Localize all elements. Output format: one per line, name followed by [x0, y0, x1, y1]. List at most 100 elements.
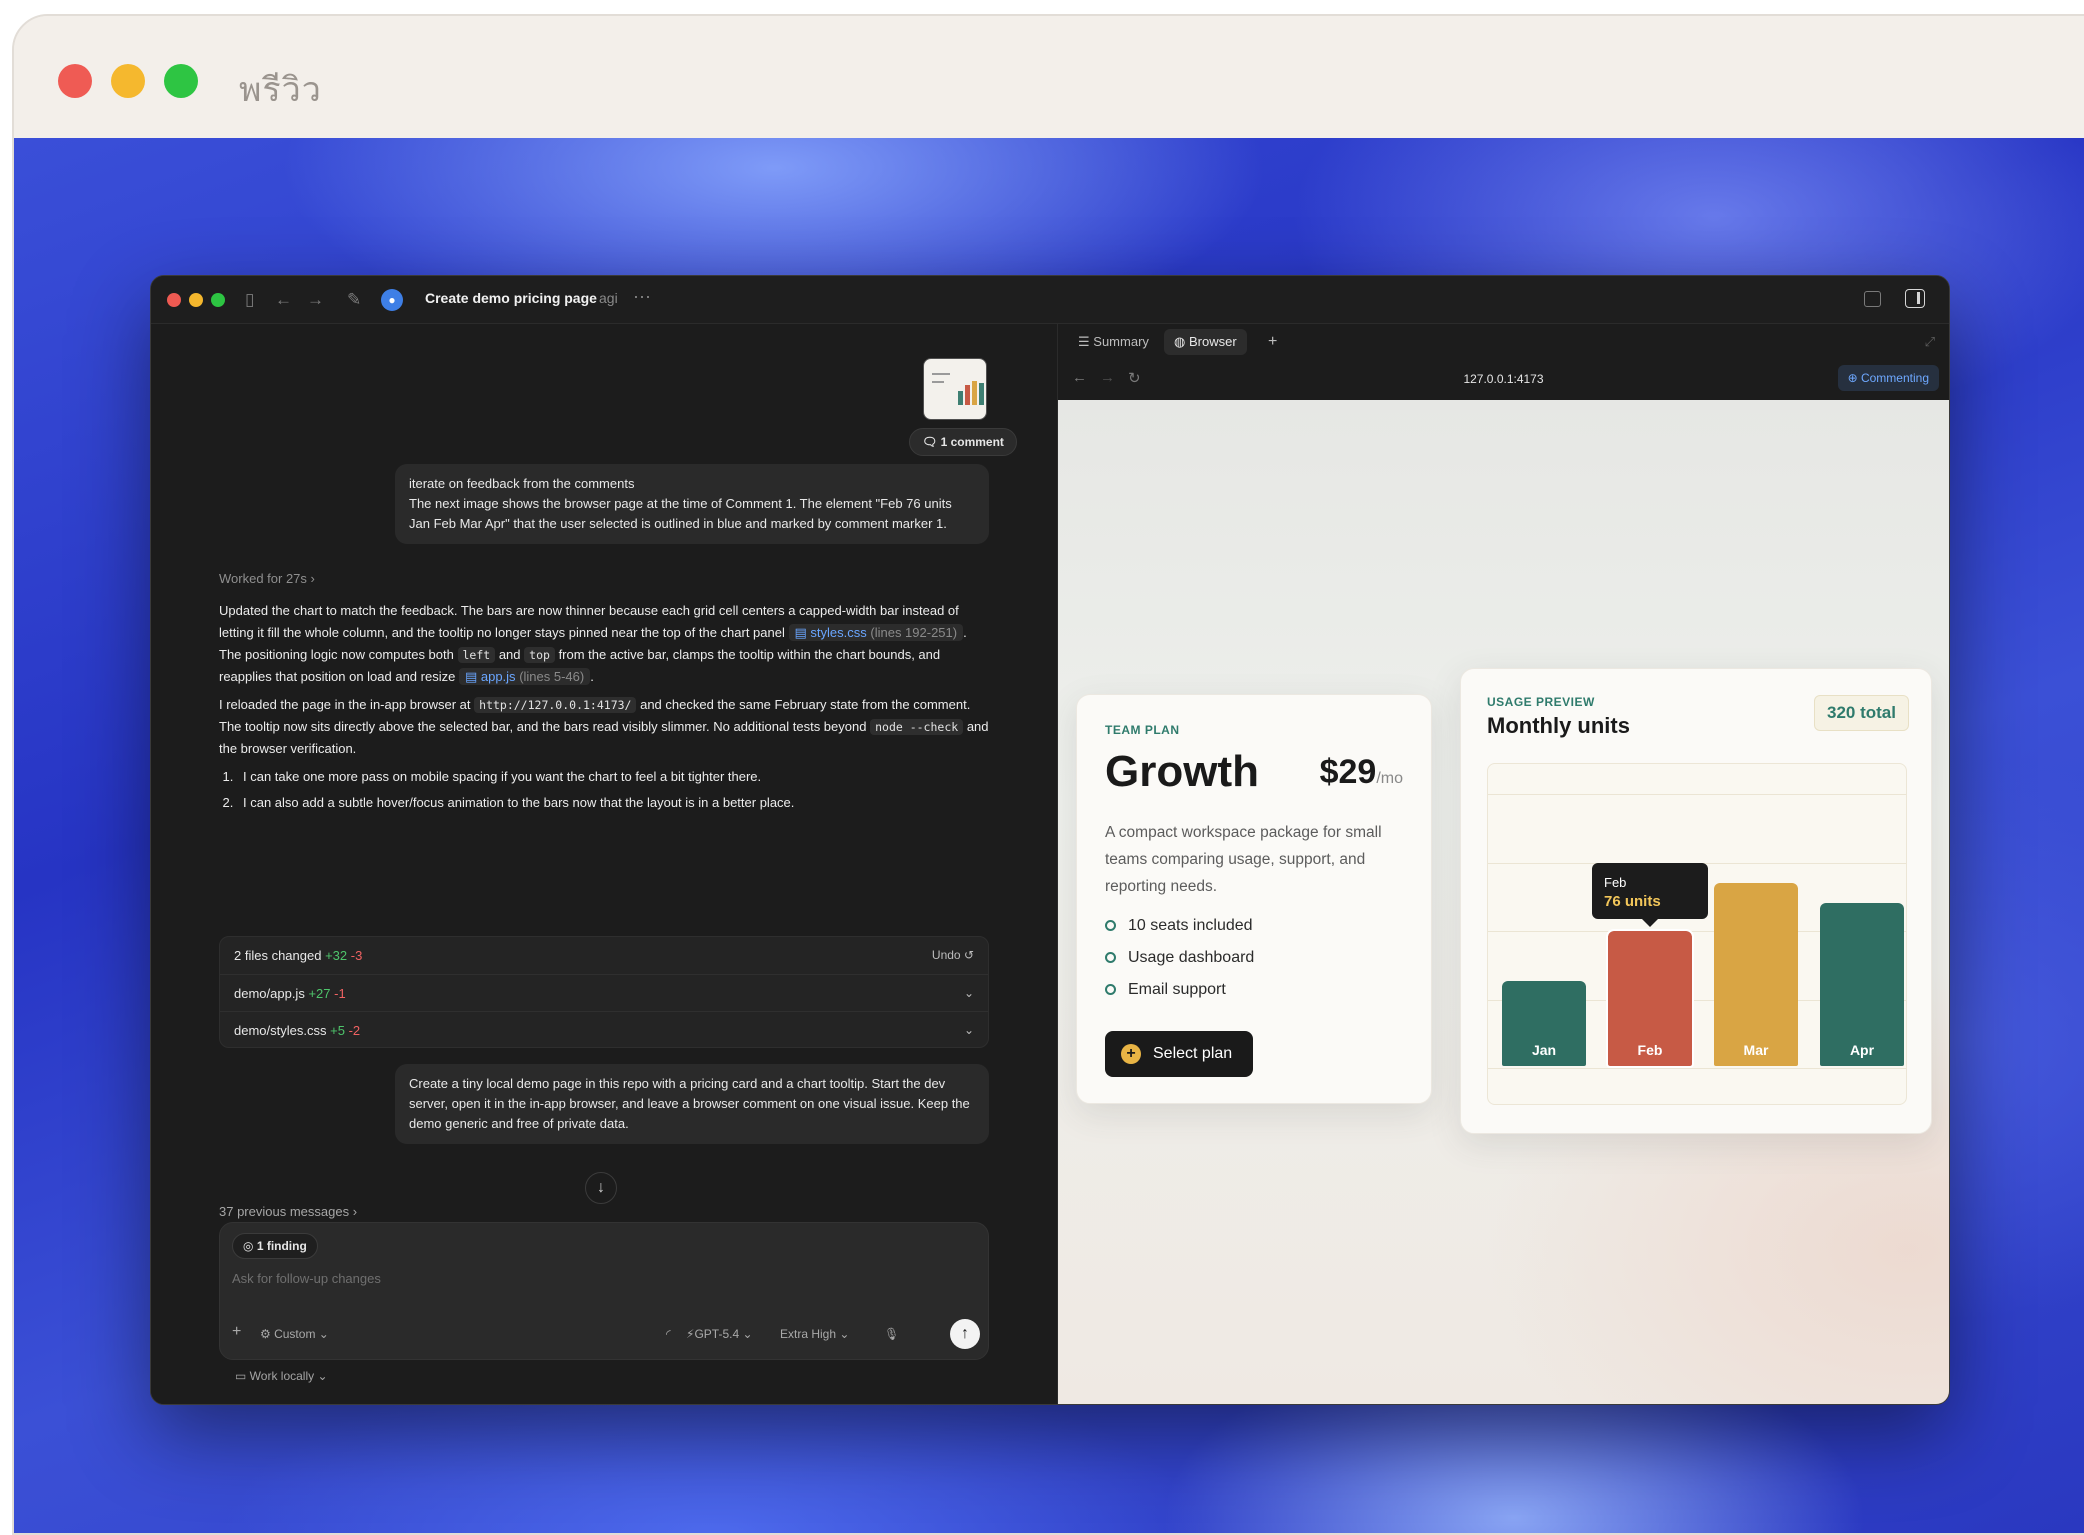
effort-label: Extra High [780, 1327, 837, 1341]
chevron-right-icon: › [352, 1204, 358, 1219]
thread-title: Create demo pricing page [425, 290, 597, 306]
scroll-down-icon[interactable]: ↓ [585, 1172, 617, 1204]
tab-browser[interactable]: ◍ Browser [1164, 329, 1247, 355]
usage-eyebrow: USAGE PREVIEW [1487, 695, 1595, 709]
browser-viewport: TEAM PLAN Growth $29/mo A compact worksp… [1058, 400, 1949, 1404]
chevron-down-icon[interactable]: ⌄ [964, 975, 974, 1012]
project-avatar-icon[interactable]: ● [381, 289, 403, 311]
app-zoom-button[interactable] [211, 293, 225, 307]
feature-item: Email support [1105, 981, 1226, 999]
comment-icon: 🗨 [922, 435, 938, 449]
select-plan-button[interactable]: + Select plan [1105, 1031, 1253, 1077]
price-amount: $29 [1319, 753, 1377, 791]
minimize-window-button[interactable] [111, 64, 145, 98]
back-arrow-icon[interactable]: ← [275, 288, 292, 312]
comment-plus-icon: ⊕ [1847, 371, 1861, 385]
new-chat-icon[interactable]: ✎ [347, 288, 361, 312]
file-icon: ▤ [464, 669, 481, 684]
chevron-down-icon[interactable]: ⌄ [964, 1012, 974, 1047]
file-link-app[interactable]: ▤ app.js (lines 5-46) [458, 668, 591, 685]
project-name[interactable]: agi [599, 290, 618, 306]
additions-count: +5 [330, 1023, 345, 1038]
comment-count-label: 1 comment [940, 435, 1004, 449]
files-changed-panel: 2 files changed +32 -3 Undo ↺ demo/app.j… [219, 936, 989, 1048]
finding-pill[interactable]: ◎ 1 finding [232, 1233, 318, 1259]
forward-arrow-icon[interactable]: → [307, 288, 324, 312]
bullet-icon [1105, 920, 1116, 931]
chart-bar-feb[interactable]: Feb [1606, 928, 1694, 1069]
model-selector[interactable]: ⚡GPT-5.4 ⌄ [686, 1327, 753, 1341]
tab-summary[interactable]: ☰ Summary [1068, 329, 1159, 355]
file-link-name: app.js [480, 669, 516, 684]
previous-messages-label: 37 previous messages [219, 1204, 350, 1219]
preview-title: พรีวิว [239, 70, 322, 110]
previous-messages-toggle[interactable]: 37 previous messages › [219, 1204, 357, 1219]
thumb-bar [958, 391, 963, 405]
microphone-icon[interactable]: 🎙 [884, 1327, 899, 1341]
thumb-line [932, 373, 950, 375]
preview-titlebar: พรีวิว [14, 16, 2084, 138]
loading-spinner-icon: ◜ [666, 1327, 671, 1341]
expand-icon[interactable]: ⤢ [1915, 329, 1945, 355]
chevron-right-icon: › [310, 571, 315, 586]
globe-icon: ◍ [1174, 334, 1189, 349]
model-label: GPT-5.4 [694, 1327, 740, 1341]
ellipsis-icon[interactable]: ··· [633, 286, 651, 307]
user-message-task: Create a tiny local demo page in this re… [395, 1064, 989, 1144]
chart-gridline [1488, 1068, 1906, 1069]
tab-label: Summary [1093, 334, 1149, 349]
chevron-down-icon: ⌄ [314, 1369, 328, 1383]
close-window-button[interactable] [58, 64, 92, 98]
effort-selector[interactable]: Extra High ⌄ [780, 1327, 849, 1341]
feature-item: Usage dashboard [1105, 949, 1254, 967]
changed-file-row[interactable]: demo/app.js +27 -1 ⌄ [220, 974, 988, 1011]
plan-eyebrow: TEAM PLAN [1105, 723, 1180, 737]
feature-label: 10 seats included [1128, 917, 1253, 934]
bar-label: Jan [1531, 1042, 1557, 1058]
mode-selector[interactable]: ⚙ Custom ⌄ [260, 1327, 329, 1341]
sidebar-toggle-icon[interactable]: ▯ [245, 288, 254, 312]
url-bar[interactable]: 127.0.0.1:4173 [1058, 372, 1949, 386]
finding-label: 1 finding [256, 1239, 307, 1253]
laptop-icon: ▭ [235, 1369, 250, 1383]
changed-file-name: demo/app.js [234, 986, 305, 1001]
chart-panel[interactable]: Jan Feb Mar Apr Feb 76 units [1487, 763, 1907, 1105]
inline-code: http://127.0.0.1:4173/ [474, 697, 637, 713]
chevron-down-icon: ⌄ [836, 1327, 850, 1341]
response-text: . [590, 669, 594, 684]
terminal-icon[interactable] [1864, 291, 1881, 307]
follow-up-input[interactable]: Ask for follow-up changes [232, 1271, 381, 1286]
chevron-down-icon: ⌄ [739, 1327, 753, 1341]
new-tab-icon[interactable]: + [1258, 329, 1287, 355]
send-button[interactable]: ↑ [950, 1319, 980, 1349]
usage-title: Monthly units [1487, 713, 1630, 738]
zoom-window-button[interactable] [164, 64, 198, 98]
chart-bar-mar[interactable]: Mar [1714, 883, 1798, 1066]
user-message-line: iterate on feedback from the comments [409, 476, 635, 491]
inline-code: left [457, 647, 496, 663]
commenting-toggle[interactable]: ⊕ Commenting [1837, 365, 1939, 391]
gear-icon: ⚙ [260, 1327, 275, 1341]
undo-label: Undo [931, 948, 961, 962]
app-minimize-button[interactable] [189, 293, 203, 307]
changed-file-row[interactable]: demo/styles.css +5 -2 ⌄ [220, 1011, 988, 1047]
arrow-up-icon: ↑ [961, 1325, 969, 1342]
work-locally-selector[interactable]: ▭ Work locally ⌄ [235, 1369, 328, 1383]
response-paragraph: I reloaded the page in the in-app browse… [219, 694, 989, 760]
file-link-styles[interactable]: ▤ styles.css (lines 192-251) [788, 624, 964, 641]
thumb-bar [965, 385, 970, 405]
feature-label: Usage dashboard [1128, 949, 1255, 966]
comment-count-pill[interactable]: 🗨 1 comment [909, 428, 1017, 456]
feature-label: Email support [1128, 981, 1226, 998]
worked-for-toggle[interactable]: Worked for 27s › [219, 571, 315, 586]
finding-icon: ◎ [243, 1239, 257, 1253]
chart-bar-apr[interactable]: Apr [1820, 903, 1904, 1066]
add-attachment-icon[interactable]: + [232, 1323, 241, 1341]
app-close-button[interactable] [167, 293, 181, 307]
undo-button[interactable]: Undo ↺ [932, 937, 974, 974]
chart-bar-jan[interactable]: Jan [1502, 980, 1586, 1066]
list-item: I can also add a subtle hover/focus anim… [237, 792, 989, 814]
screenshot-attachment[interactable] [923, 358, 987, 420]
price-unit: /mo [1376, 770, 1403, 787]
side-panel-toggle-icon[interactable] [1905, 289, 1925, 308]
